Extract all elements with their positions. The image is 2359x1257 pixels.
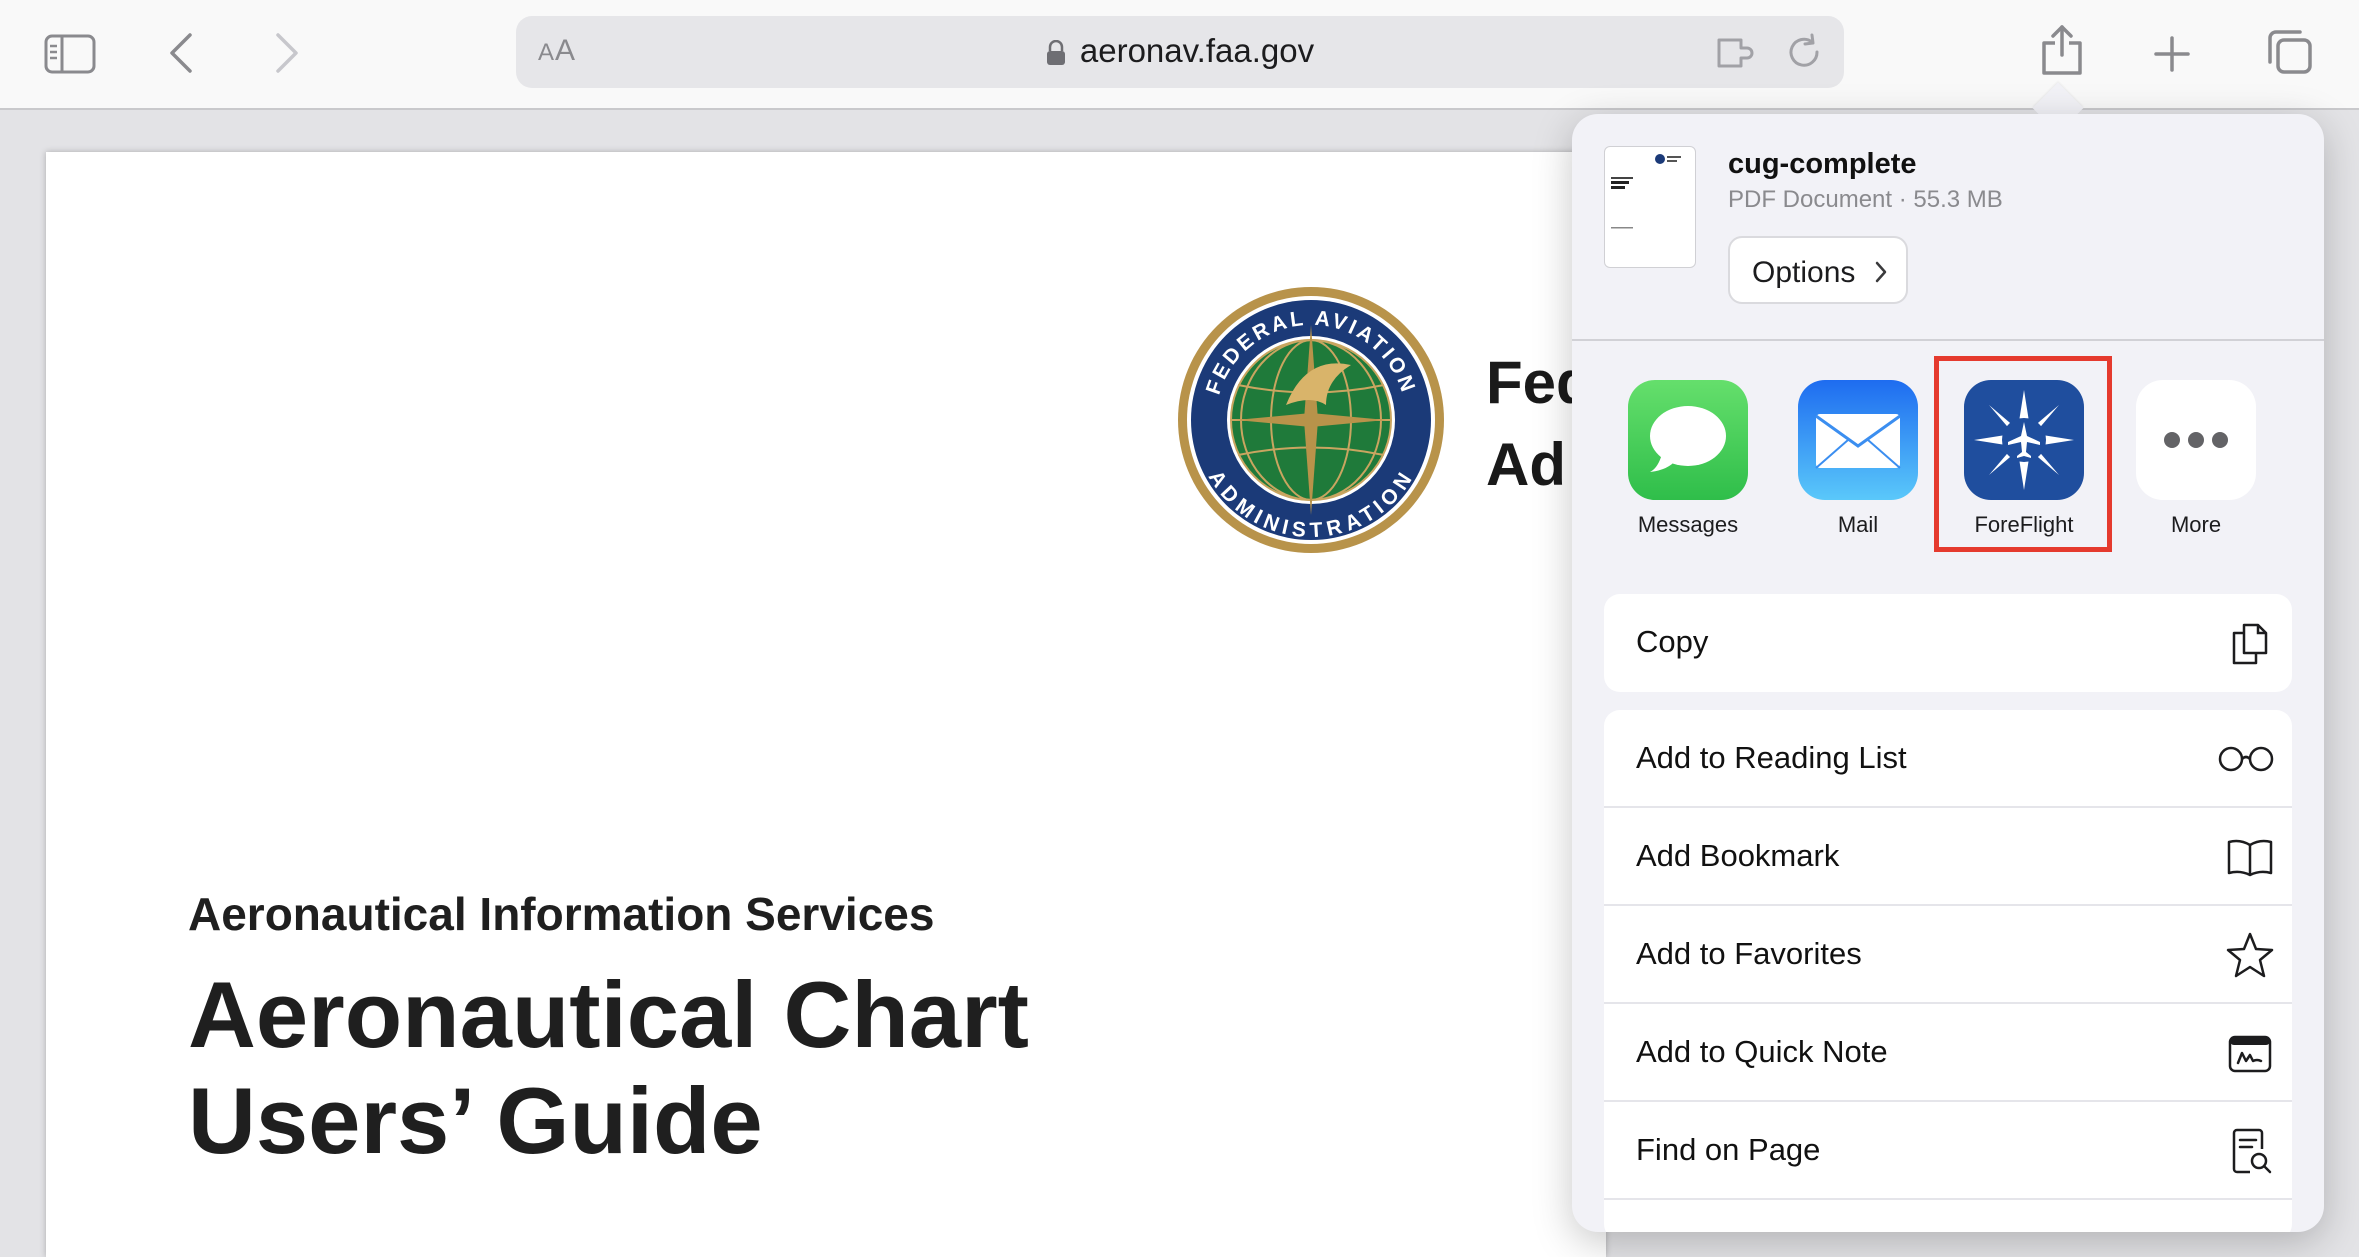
find-on-page-action[interactable]: Find on Page [1604,1102,2292,1200]
quick-note-icon [2228,1035,2272,1073]
more-icon [2136,380,2256,500]
share-app-more[interactable]: More [2136,380,2256,538]
add-to-quick-note-action[interactable]: Add to Quick Note [1604,1004,2292,1102]
copy-group: Copy [1604,594,2292,692]
faa-seal-logo: FEDERAL AVIATION ADMINISTRATION [1178,287,1444,553]
browser-toolbar: AA aeronav.faa.gov [0,0,2359,110]
share-icon[interactable] [2040,22,2084,76]
copy-icon [2232,623,2268,665]
tab-overview-icon[interactable] [2266,28,2314,76]
document-title: Aeronautical Chart Users’ Guide [188,962,1029,1173]
add-to-reading-list-action[interactable]: Add to Reading List [1604,710,2292,808]
forward-icon[interactable] [274,32,300,74]
file-meta: PDF Document · 55.3 MB [1728,186,2003,213]
file-name: cug-complete [1728,148,1917,180]
find-on-page-icon [2232,1128,2272,1174]
document-subtitle: Aeronautical Information Services [188,888,935,940]
share-app-messages[interactable]: Messages [1628,380,1748,538]
share-app-mail[interactable]: Mail [1798,380,1918,538]
glasses-icon [2218,746,2274,772]
options-button[interactable]: Options [1728,236,1908,304]
address-bar[interactable]: AA aeronav.faa.gov [516,16,1844,88]
foreflight-highlight-box [1934,356,2112,552]
more-actions-row[interactable] [1604,1200,2292,1232]
share-sheet: cug-complete PDF Document · 55.3 MB Opti… [1572,114,2324,1232]
add-to-favorites-action[interactable]: Add to Favorites [1604,906,2292,1004]
copy-action[interactable]: Copy [1604,594,2292,692]
lock-icon [1046,40,1065,66]
document-thumbnail [1604,146,1696,268]
star-icon [2226,932,2274,978]
sidebar-icon[interactable] [44,34,96,74]
url-text: aeronav.faa.gov [1079,32,1315,69]
pdf-page: FEDERAL AVIATION ADMINISTRATION Fed Ad A… [46,152,1606,1257]
actions-group: Add to Reading List Add Bookmark Add to … [1604,710,2292,1232]
reload-icon[interactable] [1784,32,1824,72]
mail-icon [1798,380,1918,500]
book-icon [2227,839,2273,877]
chevron-right-icon [1875,261,1887,283]
back-icon[interactable] [168,32,194,74]
divider [1572,339,2324,341]
add-bookmark-action[interactable]: Add Bookmark [1604,808,2292,906]
new-tab-icon[interactable] [2154,36,2190,72]
messages-icon [1628,380,1748,500]
extension-icon[interactable] [1716,36,1760,70]
